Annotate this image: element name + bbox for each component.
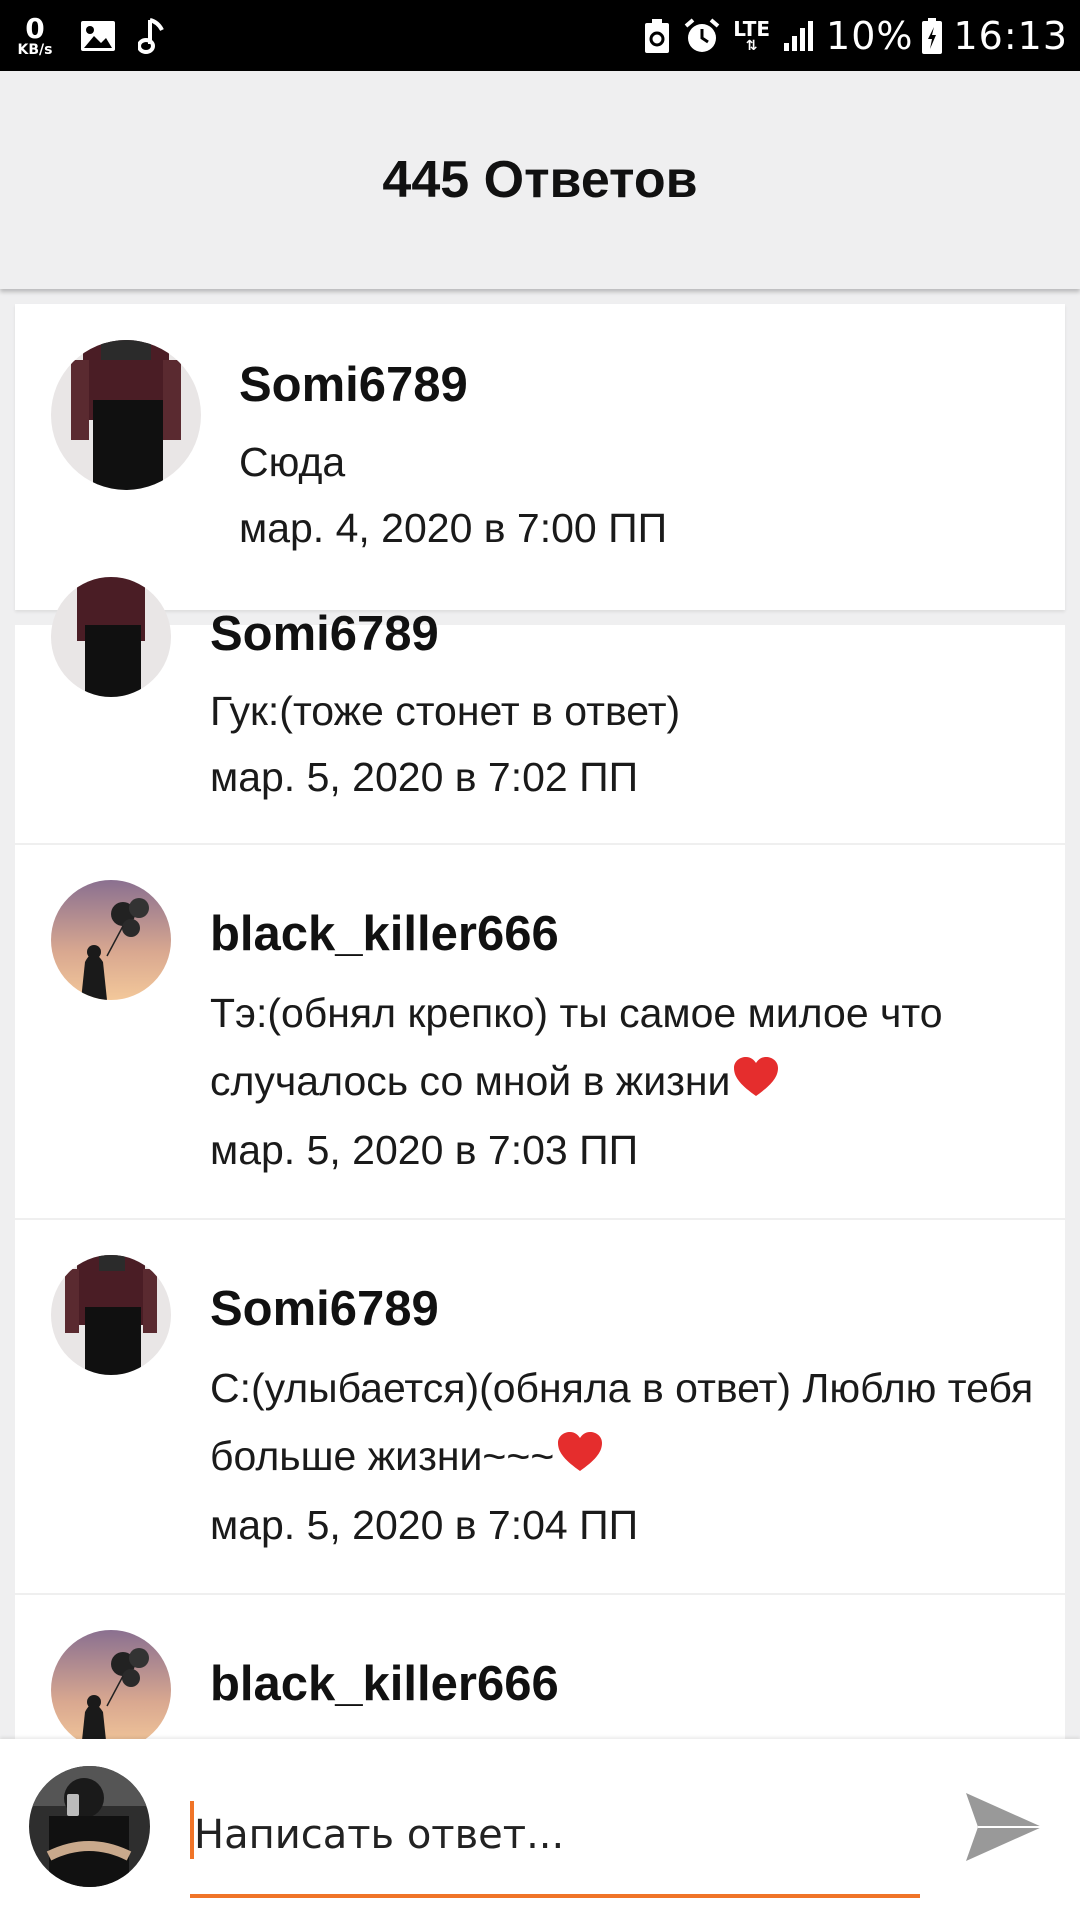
avatar[interactable] xyxy=(51,1255,171,1375)
reply-username[interactable]: Somi6789 xyxy=(210,610,1045,659)
signal-icon xyxy=(782,19,816,53)
avatar[interactable] xyxy=(51,577,171,697)
divider xyxy=(15,1593,1065,1595)
reply-text: Сюда xyxy=(239,439,346,485)
recycle-icon xyxy=(643,17,671,55)
text-cursor xyxy=(190,1801,194,1859)
reply-username[interactable]: Somi6789 xyxy=(210,1285,1045,1334)
network-speed: 0 KB/s xyxy=(12,11,58,58)
reply-text: Гук:(тоже стонет в ответ) xyxy=(210,688,681,734)
reply-date: мар. 5, 2020 в 7:03 ПП xyxy=(210,1127,639,1174)
current-user-avatar[interactable] xyxy=(29,1766,150,1887)
reply-body: black_killer666 xyxy=(210,1660,1045,1709)
reply-input[interactable] xyxy=(190,1795,920,1875)
reply-text-line: Тэ:(обнял крепко) ты самое милое что слу… xyxy=(210,979,1045,1118)
send-icon xyxy=(962,1785,1046,1874)
reply-date: мар. 4, 2020 в 7:00 ПП xyxy=(239,505,668,551)
list-item[interactable]: Somi6789 Сюда мар. 4, 2020 в 7:00 ПП xyxy=(15,304,1065,610)
reply-date: мар. 5, 2020 в 7:02 ПП xyxy=(210,754,639,800)
send-button[interactable] xyxy=(962,1787,1046,1871)
gallery-icon xyxy=(80,20,116,52)
reply-content: Гук:(тоже стонет в ответ) мар. 5, 2020 в… xyxy=(210,677,1045,809)
avatar[interactable] xyxy=(51,1630,171,1739)
heart-icon xyxy=(732,1050,780,1118)
input-underline xyxy=(190,1894,920,1898)
reply-content: С:(улыбается)(обняла в ответ) Люблю тебя… xyxy=(210,1354,1045,1557)
status-bar: 0 KB/s LTE ⇅ 10% 16:13 xyxy=(0,0,1080,71)
reply-body: Somi6789 xyxy=(210,1285,1045,1334)
reply-body: Somi6789 Сюда мар. 4, 2020 в 7:00 ПП xyxy=(239,361,1045,560)
lte-indicator: LTE ⇅ xyxy=(733,19,770,53)
battery-percent: 10% xyxy=(826,13,914,58)
replies-list[interactable]: Somi6789 Сюда мар. 4, 2020 в 7:00 ПП Som… xyxy=(0,289,1080,1739)
reply-username[interactable]: black_killer666 xyxy=(210,910,1045,959)
heart-icon xyxy=(556,1425,604,1493)
top-bar: 445 Ответов xyxy=(0,71,1080,289)
reply-text-line: С:(улыбается)(обняла в ответ) Люблю тебя… xyxy=(210,1354,1045,1493)
reply-date: мар. 5, 2020 в 7:04 ПП xyxy=(210,1502,639,1549)
avatar[interactable] xyxy=(51,880,171,1000)
reply-content: Тэ:(обнял крепко) ты самое милое что слу… xyxy=(210,979,1045,1182)
music-note-icon xyxy=(138,16,168,56)
divider xyxy=(15,1218,1065,1220)
reply-composer xyxy=(0,1739,1080,1920)
reply-body: Somi6789 xyxy=(210,610,1045,659)
clock: 16:13 xyxy=(953,13,1068,58)
avatar[interactable] xyxy=(51,340,201,490)
reply-text: Тэ:(обнял крепко) ты самое милое что слу… xyxy=(210,990,943,1104)
reply-username[interactable]: black_killer666 xyxy=(210,1660,1045,1709)
divider xyxy=(15,843,1065,845)
alarm-icon xyxy=(683,17,721,55)
network-type: LTE xyxy=(733,16,771,41)
data-arrows-icon: ⇅ xyxy=(745,37,758,54)
network-speed-value: 0 xyxy=(25,11,45,45)
reply-text: С:(улыбается)(обняла в ответ) Люблю тебя… xyxy=(210,1365,1034,1479)
replies-card: Somi6789 Гук:(тоже стонет в ответ) мар. … xyxy=(15,577,1065,1739)
reply-body: black_killer666 xyxy=(210,910,1045,959)
page-title: 445 Ответов xyxy=(382,151,698,209)
battery-charging-icon xyxy=(921,17,943,55)
reply-username[interactable]: Somi6789 xyxy=(239,361,1045,410)
network-speed-unit: KB/s xyxy=(17,41,53,58)
